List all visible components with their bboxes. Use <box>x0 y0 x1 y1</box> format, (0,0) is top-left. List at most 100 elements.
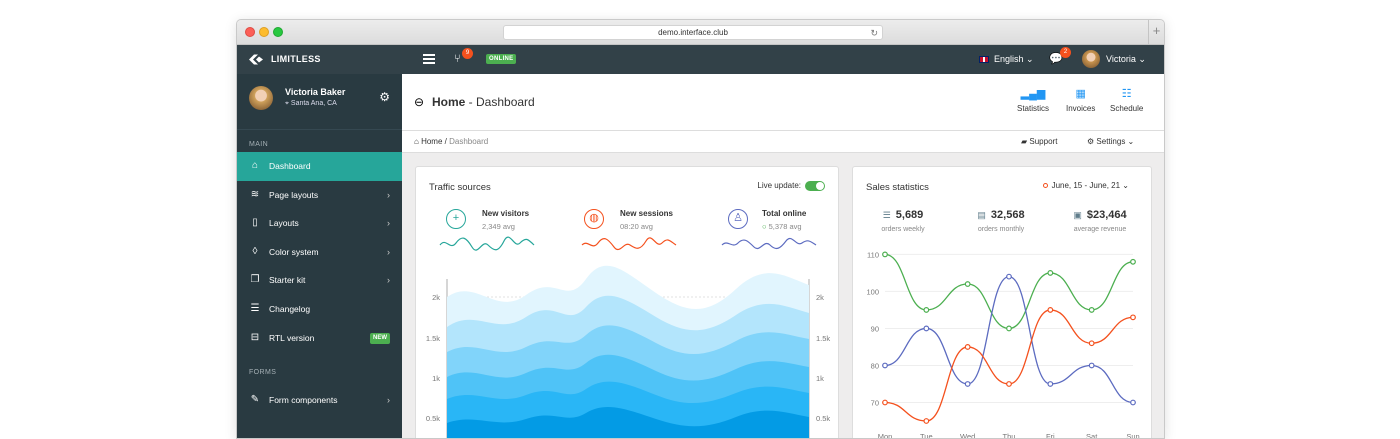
new-tab-button[interactable]: + <box>1148 20 1164 44</box>
breadcrumb-home-link[interactable]: Home <box>421 137 442 146</box>
y-tick-label: 110 <box>867 250 879 259</box>
x-tick-label: Wed <box>960 432 975 439</box>
data-point <box>1088 340 1095 347</box>
chevron-down-icon: ⌄ <box>1026 54 1034 64</box>
y-tick-label: 100 <box>866 287 879 296</box>
chevron-right-icon: › <box>387 246 390 257</box>
sidebar-toggle-button[interactable] <box>423 54 435 64</box>
width-icon: ⊟ <box>250 331 260 343</box>
git-count-badge: 9 <box>462 48 473 59</box>
git-branch-icon[interactable]: ⑂ <box>454 53 461 65</box>
breadcrumb: ⌂ Home / Dashboard ▰ Support ⚙ Settings … <box>402 131 1164 153</box>
data-point <box>923 307 930 313</box>
url-text: demo.interface.club <box>658 28 728 37</box>
sidebar-item-rtl-version[interactable]: ⊟ RTL version NEW <box>237 324 402 353</box>
files-icon: ❐ <box>250 274 260 286</box>
avatar[interactable] <box>249 86 273 110</box>
settings-dropdown[interactable]: ⚙ Settings ⌄ <box>1087 137 1134 146</box>
chevron-down-icon: ⌄ <box>1138 54 1146 64</box>
logo-icon[interactable] <box>249 54 263 65</box>
y-tick-label: 80 <box>871 361 879 370</box>
pencil-icon: ✎ <box>250 394 260 406</box>
page-title: Home - Dashboard <box>432 95 535 109</box>
schedule-button[interactable]: ☷ Schedule <box>1110 87 1143 113</box>
sidebar-item-form-components[interactable]: ✎ Form components › <box>237 386 402 415</box>
data-point <box>1088 362 1095 369</box>
y-tick-label: 1k <box>816 374 824 383</box>
sidebar-item-label: Starter kit <box>269 275 306 286</box>
data-point <box>923 325 930 332</box>
x-tick-label: Tue <box>920 432 933 439</box>
copy-icon: ▯ <box>252 217 258 229</box>
reload-icon[interactable]: ↻ <box>870 26 878 40</box>
traffic-charts: 2k 1.5k 1k 0.5k 2k 1.5k 1k 0.5k <box>426 236 830 438</box>
sidebar-item-layouts[interactable]: ▯ Layouts › <box>237 209 402 238</box>
chevron-right-icon: › <box>387 395 390 406</box>
sidebar-user-panel: Victoria Baker ⌖ Santa Ana, CA ⚙ <box>237 74 402 130</box>
sidebar-item-starter-kit[interactable]: ❐ Starter kit › <box>237 266 402 295</box>
data-point <box>1130 258 1136 265</box>
x-tick-label: Fri <box>1046 432 1055 439</box>
sidebar-item-changelog[interactable]: ☰ Changelog <box>237 295 402 324</box>
breadcrumb-current: Dashboard <box>449 137 489 146</box>
chevron-right-icon: › <box>387 189 390 200</box>
brand-name[interactable]: LIMITLESS <box>271 54 321 64</box>
back-arrow-icon[interactable]: ⊖ <box>414 95 424 109</box>
sidebar-item-page-layouts[interactable]: ≋ Page layouts › <box>237 181 402 210</box>
data-point <box>1047 381 1054 387</box>
y-tick-label: 2k <box>816 293 824 302</box>
sidebar-item-label: Changelog <box>269 303 311 314</box>
y-tick-label: 2k <box>432 293 440 302</box>
main-content: ⊖ Home - Dashboard ▂▄▆ Statistics ▦ Invo… <box>402 74 1164 438</box>
sidebar-item-label: Layouts <box>269 218 299 229</box>
visitors-sparkline <box>439 236 535 251</box>
x-tick-label: Sat <box>1086 432 1098 439</box>
browser-window: demo.interface.club ↻ + LIMITLESS ⑂ 9 ON… <box>236 19 1165 439</box>
sidebar-item-label: Color system <box>269 246 319 257</box>
chevron-down-icon: ⌄ <box>1127 137 1135 146</box>
language-dropdown[interactable]: English ⌄ <box>979 54 1034 65</box>
x-tick-label: Thu <box>1003 432 1016 439</box>
new-badge: NEW <box>370 332 390 344</box>
online-sparkline <box>721 237 817 250</box>
sidebar-item-color-system[interactable]: ◊ Color system › <box>237 238 402 267</box>
messages-count-badge: 2 <box>1060 47 1071 58</box>
chevron-right-icon: › <box>387 218 390 229</box>
data-point <box>964 281 971 287</box>
user-avatar[interactable] <box>1082 50 1100 68</box>
pin-icon: ⌖ <box>285 100 289 107</box>
x-tick-label: Sun <box>1126 432 1139 439</box>
invoices-button[interactable]: ▦ Invoices <box>1066 87 1095 113</box>
droplet-icon: ◊ <box>252 245 258 257</box>
data-point <box>1130 399 1136 406</box>
maximize-window-button[interactable] <box>273 27 283 37</box>
sidebar-item-label: RTL version <box>269 332 315 343</box>
data-point <box>1088 307 1095 313</box>
address-bar[interactable]: demo.interface.club ↻ <box>503 25 883 40</box>
stream-y-axis-left: 2k 1.5k 1k 0.5k <box>426 293 440 423</box>
sales-line-chart: 70 80 90 100 110 Mon Tue Wed Thu Fri Sat Sun <box>866 250 1139 439</box>
sidebar-user-name[interactable]: Victoria Baker <box>285 87 345 97</box>
top-navbar: LIMITLESS ⑂ 9 ONLINE English ⌄ 💬 2 Victo… <box>237 45 1164 74</box>
chevron-right-icon: › <box>387 275 390 286</box>
support-link[interactable]: ▰ Support <box>1021 137 1057 146</box>
user-menu-dropdown[interactable]: Victoria ⌄ <box>1106 54 1146 65</box>
page-header: ⊖ Home - Dashboard ▂▄▆ Statistics ▦ Invo… <box>402 74 1164 131</box>
gear-icon[interactable]: ⚙ <box>379 90 390 104</box>
language-label: English <box>994 54 1024 64</box>
calculator-icon: ▦ <box>1075 88 1086 100</box>
minimize-window-button[interactable] <box>259 27 269 37</box>
data-point <box>1006 273 1012 280</box>
data-point <box>923 418 930 424</box>
sidebar-item-label: Dashboard <box>269 161 311 171</box>
statistics-button[interactable]: ▂▄▆ Statistics <box>1017 87 1049 113</box>
data-point <box>1047 270 1054 276</box>
sidebar-heading-main: MAIN <box>249 141 269 148</box>
sidebar-item-dashboard[interactable]: ⌂ Dashboard <box>237 152 402 181</box>
uk-flag-icon <box>979 56 989 64</box>
y-tick-label: 1k <box>432 374 440 383</box>
data-point <box>882 362 888 369</box>
x-tick-label: Mon <box>878 432 893 439</box>
online-status-badge: ONLINE <box>486 54 517 64</box>
close-window-button[interactable] <box>245 27 255 37</box>
